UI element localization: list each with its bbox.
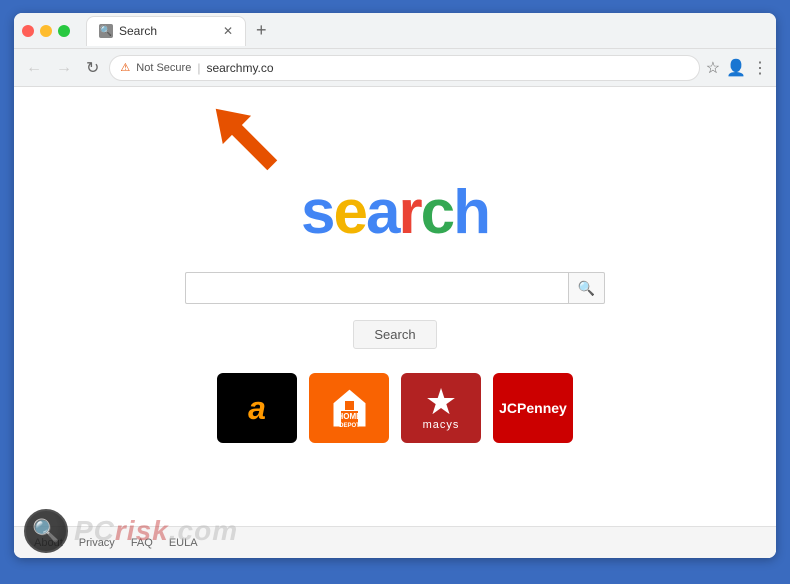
watermark-logo: 🔍	[24, 509, 68, 553]
active-tab[interactable]: 🔍 Search ✕	[86, 16, 246, 46]
logo-letter-r: r	[398, 178, 420, 247]
menu-icon[interactable]: ⋮	[752, 58, 768, 78]
logo-letter-e: e	[334, 178, 366, 247]
search-input[interactable]	[185, 272, 569, 304]
address-bar: ← → ↻ ⚠ Not Secure | searchmy.co ☆ 👤 ⋮	[14, 49, 776, 87]
macys-text: macys	[423, 419, 460, 431]
logo-letter-h: h	[453, 178, 489, 247]
minimize-button[interactable]	[40, 25, 52, 37]
security-label: Not Secure	[136, 62, 191, 74]
browser-frame: 🔍 Search ✕ + ← → ↻ ⚠ Not Secure | search…	[14, 13, 776, 558]
watermark: 🔍 PCrisk.com	[24, 509, 238, 553]
svg-text:HOME: HOME	[337, 412, 362, 421]
tab-title: Search	[119, 24, 157, 38]
url-bar[interactable]: ⚠ Not Secure | searchmy.co	[109, 55, 699, 81]
macys-logo[interactable]: ★ macys	[401, 373, 481, 443]
macys-star-icon: ★	[425, 381, 457, 423]
refresh-button[interactable]: ↻	[82, 54, 103, 82]
logo-letter-c: c	[421, 178, 453, 247]
page-content: search 🔍 Search a HO	[14, 87, 776, 558]
search-icon: 🔍	[578, 280, 595, 297]
svg-text:DEPOT: DEPOT	[339, 423, 360, 429]
logo-letter-s: s	[301, 178, 333, 247]
jcpenney-text: JCPenney	[499, 400, 567, 416]
homedepot-icon: HOME DEPOT	[322, 381, 377, 436]
new-tab-button[interactable]: +	[250, 20, 273, 41]
brand-logos: a HOME DEPOT ★ macys JCPenne	[217, 373, 573, 443]
search-button[interactable]: Search	[353, 320, 436, 349]
profile-icon[interactable]: 👤	[726, 58, 746, 78]
url-text: searchmy.co	[206, 61, 273, 75]
tab-favicon: 🔍	[99, 24, 113, 38]
search-icon-button[interactable]: 🔍	[569, 272, 605, 304]
back-button[interactable]: ←	[22, 55, 46, 81]
watermark-text: PCrisk.com	[74, 515, 238, 547]
title-bar: 🔍 Search ✕ +	[14, 13, 776, 49]
maximize-button[interactable]	[58, 25, 70, 37]
traffic-lights	[22, 25, 70, 37]
search-logo: search	[301, 177, 489, 248]
arrow-annotation	[194, 87, 294, 192]
tab-close-button[interactable]: ✕	[223, 24, 233, 38]
address-actions: ☆ 👤 ⋮	[706, 58, 768, 78]
logo-letter-a: a	[366, 178, 398, 247]
footer: About Privacy FAQ EULA 🔍 PCrisk.com	[14, 526, 776, 558]
amazon-logo[interactable]: a	[217, 373, 297, 443]
tab-bar: 🔍 Search ✕ +	[86, 16, 768, 46]
close-button[interactable]	[22, 25, 34, 37]
forward-button[interactable]: →	[52, 55, 76, 81]
security-warning-icon: ⚠	[120, 61, 130, 74]
bookmark-icon[interactable]: ☆	[706, 58, 720, 78]
search-box-container: 🔍	[185, 272, 605, 304]
jcpenney-logo[interactable]: JCPenney	[493, 373, 573, 443]
homedepot-logo[interactable]: HOME DEPOT	[309, 373, 389, 443]
amazon-icon: a	[248, 390, 266, 427]
